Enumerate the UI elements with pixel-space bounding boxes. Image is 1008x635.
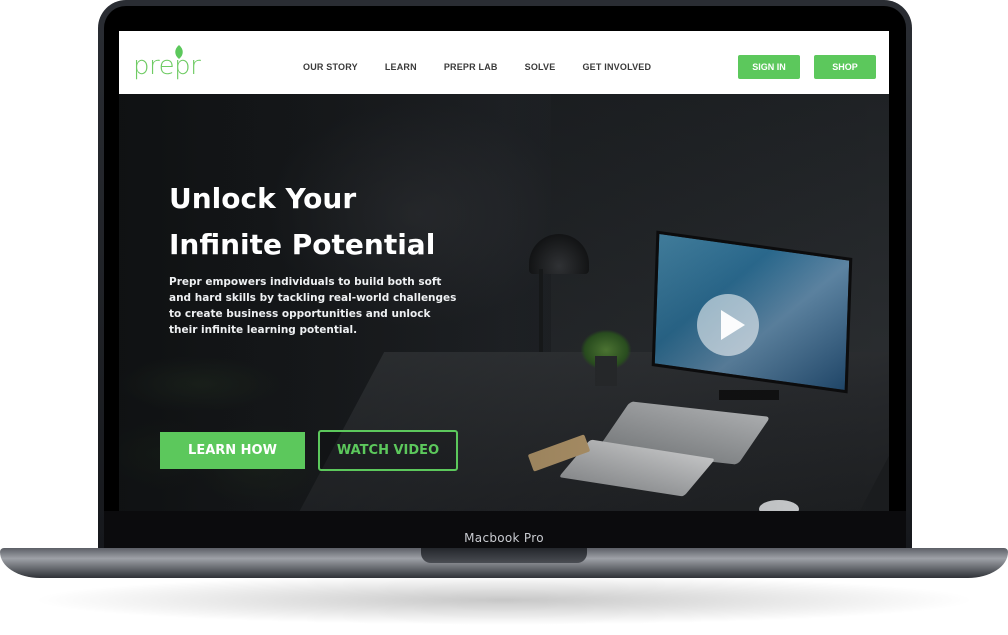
hero-title: Unlock Your Infinite Potential [169, 176, 499, 268]
device-model-label: Macbook Pro [464, 531, 544, 545]
sign-in-button[interactable]: SIGN IN [738, 55, 800, 79]
laptop-screen: prepr OUR STORY LEARN PREPR LAB SOLVE GE… [119, 31, 889, 511]
nav-learn[interactable]: LEARN [385, 62, 417, 72]
site-header: prepr OUR STORY LEARN PREPR LAB SOLVE GE… [119, 31, 889, 94]
nav-our-story[interactable]: OUR STORY [303, 62, 358, 72]
prepr-logo[interactable]: prepr [133, 45, 213, 81]
nav-solve[interactable]: SOLVE [525, 62, 556, 72]
nav-get-involved[interactable]: GET INVOLVED [582, 62, 651, 72]
hero-title-line2: Infinite Potential [169, 228, 436, 261]
laptop-shadow [30, 575, 978, 625]
learn-how-button[interactable]: LEARN HOW [160, 432, 305, 469]
leaf-icon [175, 45, 183, 59]
nav-prepr-lab[interactable]: PREPR LAB [444, 62, 498, 72]
shop-button[interactable]: SHOP [814, 55, 876, 79]
laptop-hinge-notch [421, 548, 587, 563]
hero-section: Unlock Your Infinite Potential Prepr emp… [119, 94, 889, 511]
watch-video-button[interactable]: WATCH VIDEO [318, 430, 458, 471]
logo-wordmark: prepr [133, 51, 201, 81]
hero-description: Prepr empowers individuals to build both… [169, 276, 457, 336]
play-icon [721, 310, 745, 340]
hero-title-line1: Unlock Your [169, 182, 357, 215]
main-nav: OUR STORY LEARN PREPR LAB SOLVE GET INVO… [303, 62, 678, 72]
